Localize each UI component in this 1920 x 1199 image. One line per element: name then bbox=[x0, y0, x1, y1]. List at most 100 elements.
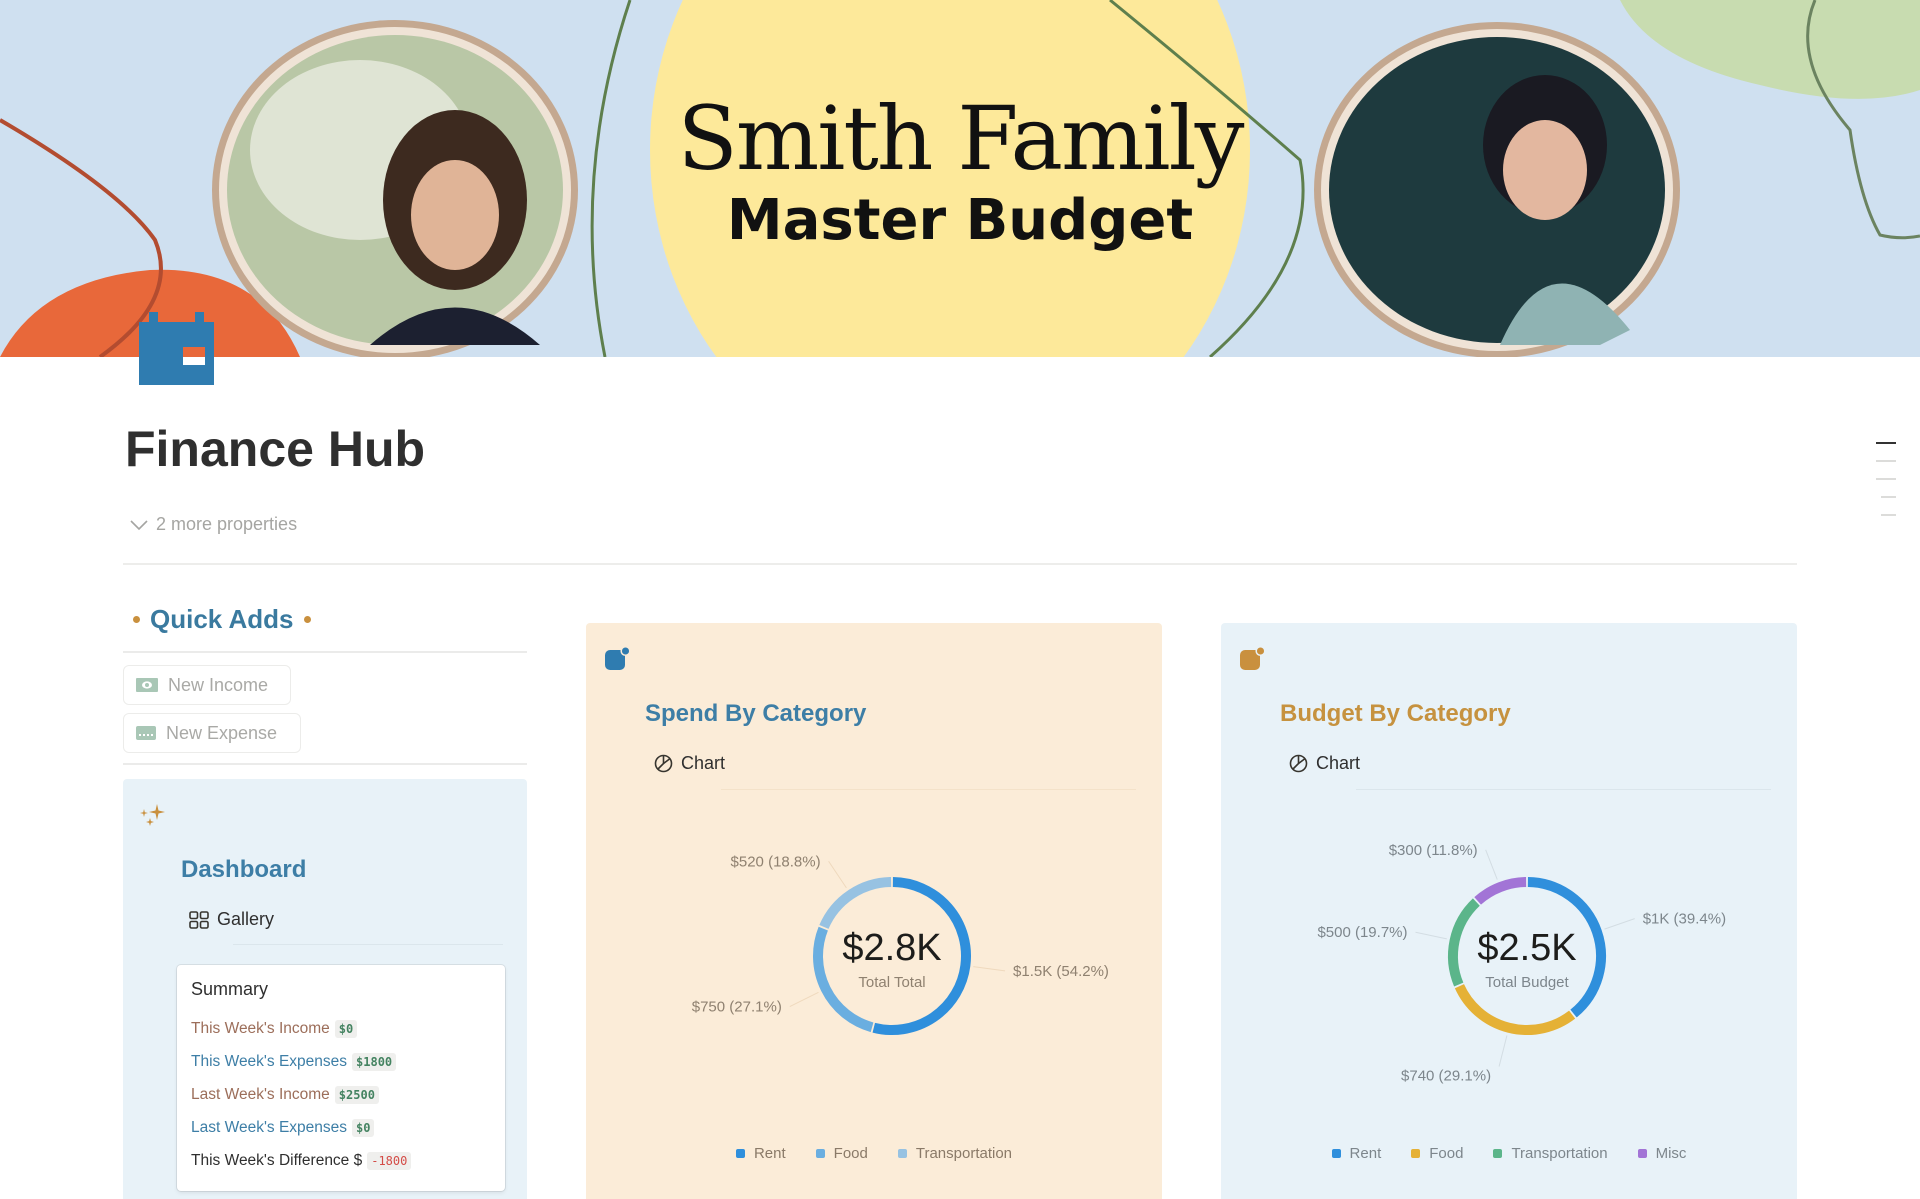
divider bbox=[123, 563, 1797, 565]
new-expense-button[interactable]: New Expense bbox=[123, 713, 301, 753]
slice-data-label: $520 (18.8%) bbox=[731, 853, 821, 870]
summary-row-value: $0 bbox=[334, 1019, 358, 1038]
label-leader-line bbox=[1498, 1035, 1508, 1067]
summary-row-value: $0 bbox=[352, 1118, 375, 1137]
legend-item-misc[interactable]: Misc bbox=[1637, 1145, 1687, 1162]
label-leader-line bbox=[1604, 918, 1635, 930]
divider bbox=[233, 944, 503, 945]
legend-item-rent[interactable]: Rent bbox=[735, 1145, 786, 1162]
divider bbox=[123, 763, 527, 765]
slice-data-label: $500 (19.7%) bbox=[1317, 924, 1407, 941]
label-leader-line bbox=[789, 991, 819, 1007]
label-leader-line bbox=[828, 860, 847, 889]
quick-adds-label: Quick Adds bbox=[150, 604, 294, 634]
legend-item-transportation[interactable]: Transportation bbox=[1493, 1145, 1608, 1162]
summary-row-label: This Week's Difference $ bbox=[191, 1151, 363, 1169]
more-properties-toggle[interactable]: 2 more properties bbox=[130, 514, 297, 535]
summary-row: This Week's Difference $ -1800 bbox=[191, 1144, 491, 1177]
legend-item-food[interactable]: Food bbox=[815, 1145, 868, 1162]
chart-view-label: Chart bbox=[681, 753, 726, 773]
more-properties-label: 2 more properties bbox=[156, 514, 298, 534]
summary-title: Summary bbox=[191, 979, 269, 999]
legend-swatch bbox=[735, 1149, 745, 1158]
slice-data-label: $1.5K (54.2%) bbox=[1013, 963, 1109, 980]
shapes-icon bbox=[1240, 646, 1266, 670]
donut-center-label: Total Budget bbox=[1485, 974, 1569, 991]
budget-donut-chart[interactable]: $1K (39.4%) $740 (29.1%) $500 (19.7%) $300 … bbox=[1221, 803, 1797, 1143]
summary-row-value: $1800 bbox=[352, 1052, 397, 1071]
credit-card-icon bbox=[136, 726, 156, 740]
chart-view-tab[interactable]: Chart bbox=[1289, 753, 1360, 774]
toc-line[interactable] bbox=[1876, 478, 1896, 480]
banner-title-line1: Smith Family bbox=[677, 87, 1245, 190]
new-income-label: New Income bbox=[168, 674, 269, 695]
legend-swatch bbox=[1637, 1149, 1647, 1158]
label-leader-line bbox=[1415, 931, 1447, 940]
donut-slice-misc[interactable] bbox=[1474, 877, 1527, 905]
dashboard-callout: Dashboard Gallery Summary This Week's In… bbox=[123, 779, 527, 1199]
donut-slice-food[interactable] bbox=[1454, 984, 1576, 1035]
summary-row-value: -1800 bbox=[367, 1151, 412, 1170]
summary-row: This Week's Expenses $1800 bbox=[191, 1045, 491, 1078]
summary-row-value: $2500 bbox=[334, 1085, 379, 1104]
spend-donut-chart[interactable]: $1.5K (54.2%) $750 (27.1%) $520 (18.8%) $2.… bbox=[586, 803, 1162, 1143]
summary-gallery-card[interactable]: Summary This Week's Income $0 This Week'… bbox=[177, 965, 505, 1191]
banner-green-curve-1 bbox=[590, 0, 632, 357]
legend-swatch bbox=[1493, 1149, 1503, 1158]
divider bbox=[721, 789, 1136, 790]
summary-row: Last Week's Expenses $0 bbox=[191, 1111, 491, 1144]
donut-center-value: $2.8K bbox=[842, 927, 941, 969]
divider bbox=[123, 651, 527, 653]
chevron-down-icon bbox=[130, 519, 148, 530]
money-icon bbox=[136, 678, 158, 692]
toc-line[interactable] bbox=[1876, 460, 1896, 462]
slice-data-label: $1K (39.4%) bbox=[1643, 911, 1726, 928]
bullet-dot bbox=[303, 616, 311, 623]
summary-row-label: This Week's Income bbox=[191, 1019, 330, 1037]
pie-chart-icon bbox=[654, 754, 673, 773]
quick-adds-heading: Quick Adds bbox=[133, 604, 311, 635]
legend-label: Transportation bbox=[915, 1145, 1013, 1162]
chart-legend: Rent Food Transportation bbox=[586, 1145, 1162, 1162]
chart-view-tab[interactable]: Chart bbox=[654, 753, 725, 774]
budget-by-category-title[interactable]: Budget By Category bbox=[1280, 700, 1511, 728]
page-title: Finance Hub bbox=[125, 421, 426, 477]
summary-row-label: This Week's Expenses bbox=[191, 1052, 348, 1070]
sparkles-icon bbox=[140, 804, 165, 826]
legend-item-food[interactable]: Food bbox=[1411, 1145, 1463, 1162]
legend-item-rent[interactable]: Rent bbox=[1331, 1145, 1381, 1162]
donut-slice-transportation[interactable] bbox=[819, 877, 892, 930]
donut-slice-transportation[interactable] bbox=[1448, 898, 1480, 987]
new-income-button[interactable]: New Income bbox=[123, 665, 291, 705]
toc-line-active[interactable] bbox=[1876, 442, 1896, 444]
new-expense-label: New Expense bbox=[166, 722, 278, 743]
portrait-left bbox=[212, 20, 578, 357]
summary-row: This Week's Income $0 bbox=[191, 1012, 491, 1045]
label-leader-line bbox=[973, 966, 1006, 972]
portrait-right bbox=[1314, 22, 1680, 357]
legend-label: Misc bbox=[1655, 1145, 1687, 1162]
donut-center-value: $2.5K bbox=[1477, 927, 1576, 969]
legend-item-transportation[interactable]: Transportation bbox=[897, 1145, 1013, 1162]
legend-label: Transportation bbox=[1511, 1145, 1608, 1162]
chart-legend: Rent Food Transportation Misc bbox=[1221, 1145, 1797, 1162]
budget-by-category-callout: Budget By Category Chart $1K (39.4%) $740… bbox=[1221, 623, 1797, 1199]
cover-banner: Smith Family Master Budget bbox=[0, 0, 1920, 357]
divider bbox=[1356, 789, 1771, 790]
gallery-view-tab[interactable]: Gallery bbox=[189, 909, 274, 930]
toc-line[interactable] bbox=[1881, 514, 1896, 516]
pie-chart-icon bbox=[1289, 754, 1308, 773]
toc-line[interactable] bbox=[1881, 496, 1896, 498]
banner-title-line2: Master Budget bbox=[726, 188, 1194, 253]
slice-data-label: $740 (29.1%) bbox=[1401, 1068, 1491, 1085]
spend-by-category-title[interactable]: Spend By Category bbox=[645, 700, 866, 728]
calendar-icon[interactable] bbox=[139, 312, 214, 385]
gallery-view-label: Gallery bbox=[217, 909, 275, 929]
shapes-icon bbox=[605, 646, 631, 670]
legend-label: Food bbox=[833, 1145, 868, 1162]
summary-row-label: Last Week's Expenses bbox=[191, 1118, 348, 1136]
dashboard-title[interactable]: Dashboard bbox=[181, 856, 306, 884]
table-of-contents-outline[interactable] bbox=[1876, 442, 1896, 532]
legend-swatch bbox=[897, 1149, 907, 1158]
summary-row: Last Week's Income $2500 bbox=[191, 1078, 491, 1111]
